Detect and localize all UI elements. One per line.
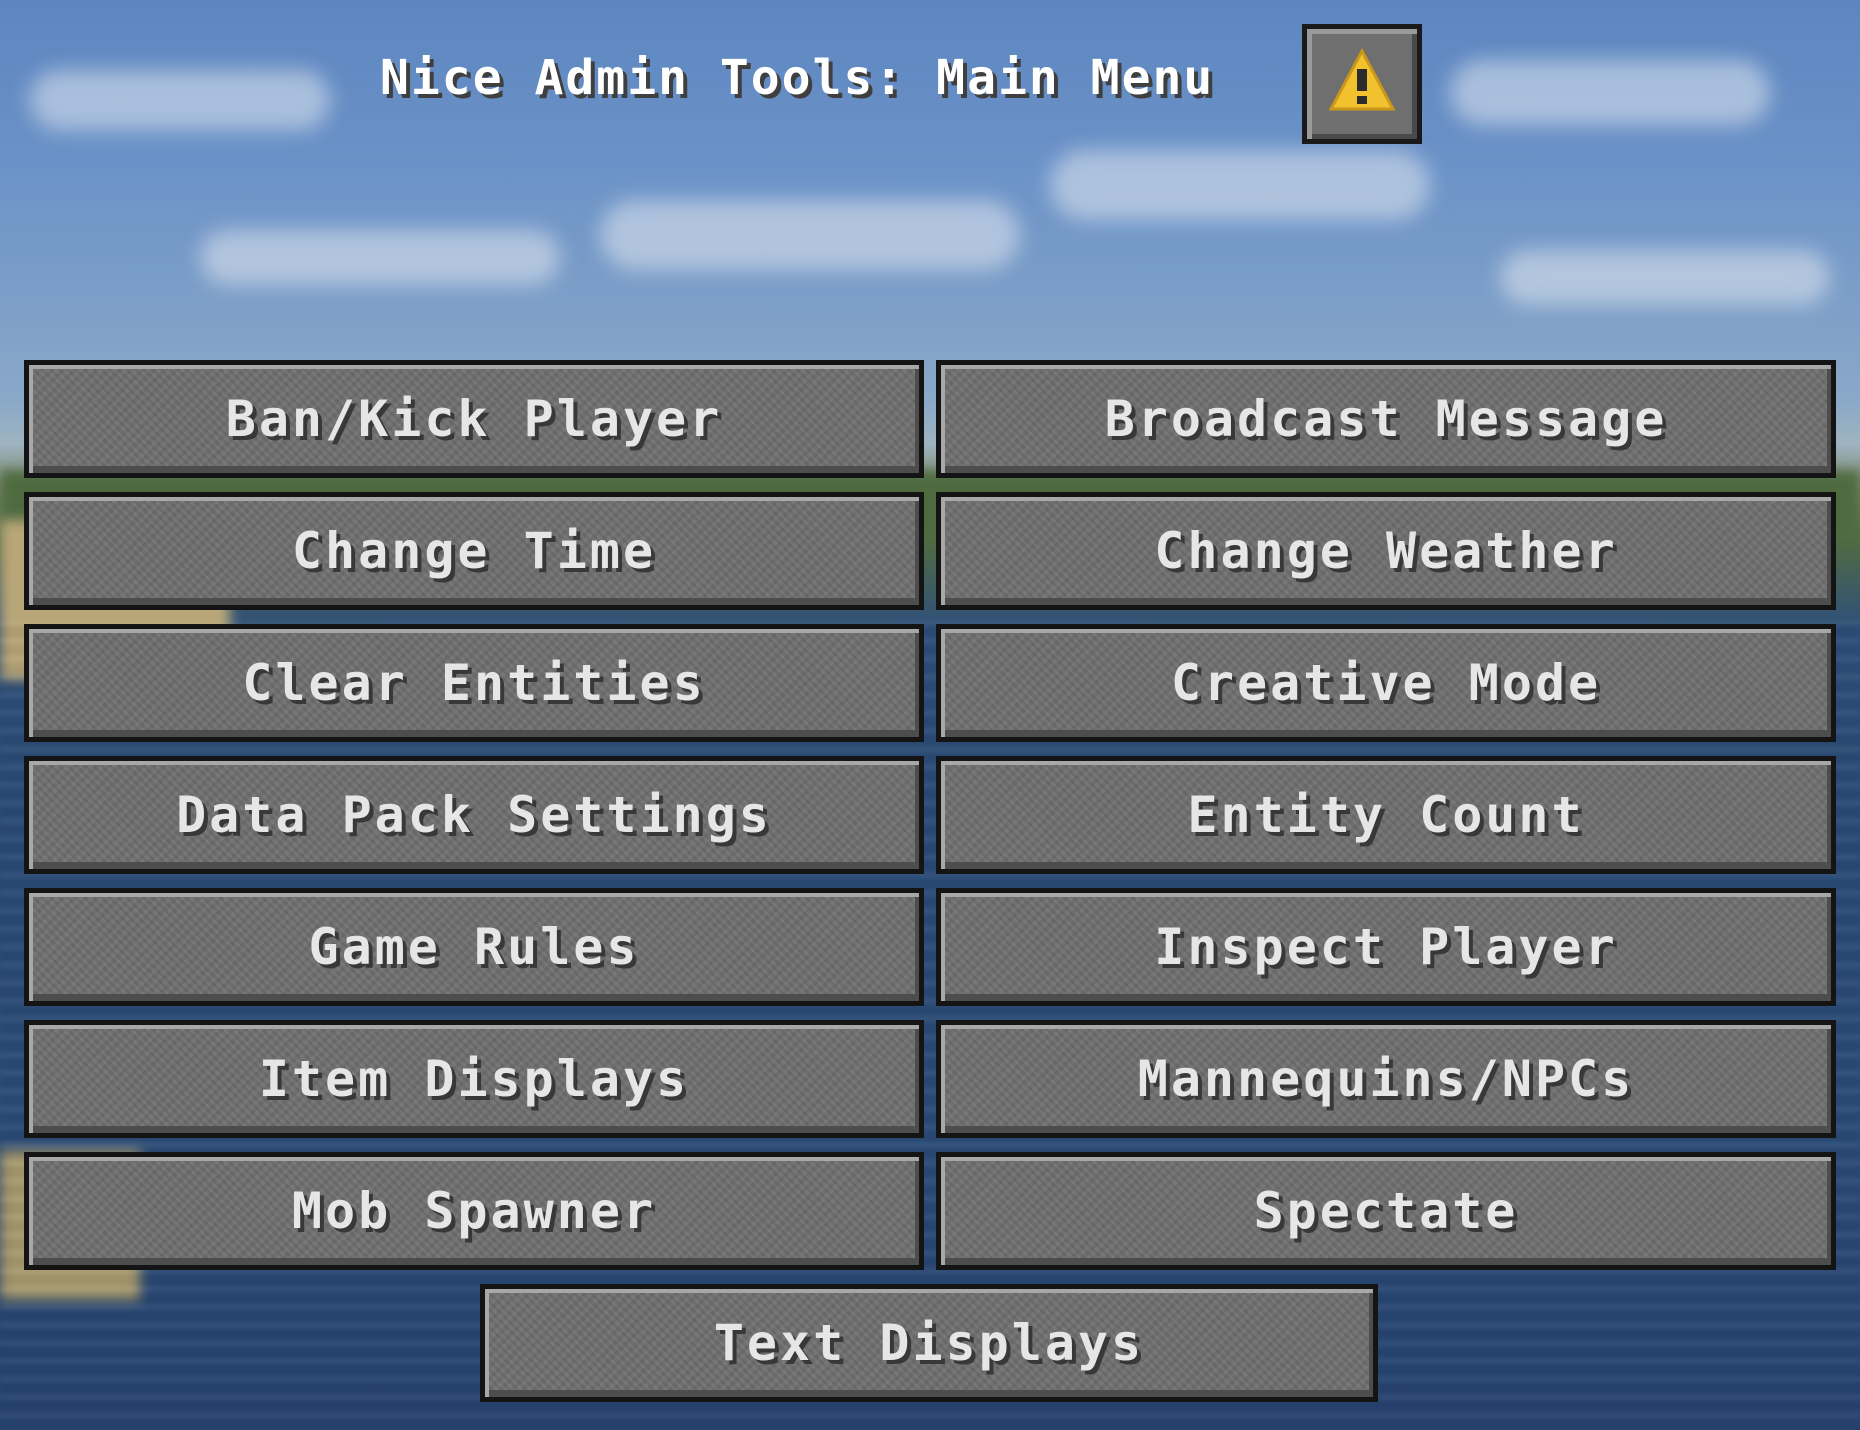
mob-spawner-button[interactable]: Mob Spawner — [24, 1152, 924, 1270]
clear-entities-button[interactable]: Clear Entities — [24, 624, 924, 742]
change-time-button[interactable]: Change Time — [24, 492, 924, 610]
ban-kick-player-button[interactable]: Ban/Kick Player — [24, 360, 924, 478]
cloud — [1050, 150, 1430, 220]
cloud — [200, 230, 560, 285]
spectate-button[interactable]: Spectate — [936, 1152, 1836, 1270]
button-label: Creative Mode — [1170, 654, 1602, 712]
button-label: Game Rules — [308, 918, 640, 976]
mannequins-npcs-button[interactable]: Mannequins/NPCs — [936, 1020, 1836, 1138]
cloud — [600, 200, 1020, 270]
warning-button[interactable] — [1302, 24, 1422, 144]
cloud — [30, 70, 330, 130]
creative-mode-button[interactable]: Creative Mode — [936, 624, 1836, 742]
warning-triangle-icon — [1329, 47, 1395, 111]
button-label: Spectate — [1253, 1182, 1519, 1240]
inspect-player-button[interactable]: Inspect Player — [936, 888, 1836, 1006]
change-weather-button[interactable]: Change Weather — [936, 492, 1836, 610]
button-label: Change Weather — [1154, 522, 1618, 580]
text-displays-button[interactable]: Text Displays — [480, 1284, 1378, 1402]
cloud — [1500, 250, 1830, 305]
button-label: Entity Count — [1187, 786, 1585, 844]
screen-title: Nice Admin Tools: Main Menu — [380, 50, 1215, 106]
cloud — [1450, 60, 1770, 125]
entity-count-button[interactable]: Entity Count — [936, 756, 1836, 874]
button-label: Data Pack Settings — [176, 786, 772, 844]
button-label: Change Time — [291, 522, 657, 580]
button-label: Inspect Player — [1154, 918, 1618, 976]
game-rules-button[interactable]: Game Rules — [24, 888, 924, 1006]
item-displays-button[interactable]: Item Displays — [24, 1020, 924, 1138]
data-pack-settings-button[interactable]: Data Pack Settings — [24, 756, 924, 874]
button-label: Ban/Kick Player — [225, 390, 723, 448]
button-label: Text Displays — [713, 1314, 1145, 1372]
broadcast-message-button[interactable]: Broadcast Message — [936, 360, 1836, 478]
button-label: Mannequins/NPCs — [1137, 1050, 1635, 1108]
button-label: Clear Entities — [242, 654, 706, 712]
button-label: Item Displays — [258, 1050, 690, 1108]
button-label: Broadcast Message — [1104, 390, 1668, 448]
button-label: Mob Spawner — [291, 1182, 657, 1240]
